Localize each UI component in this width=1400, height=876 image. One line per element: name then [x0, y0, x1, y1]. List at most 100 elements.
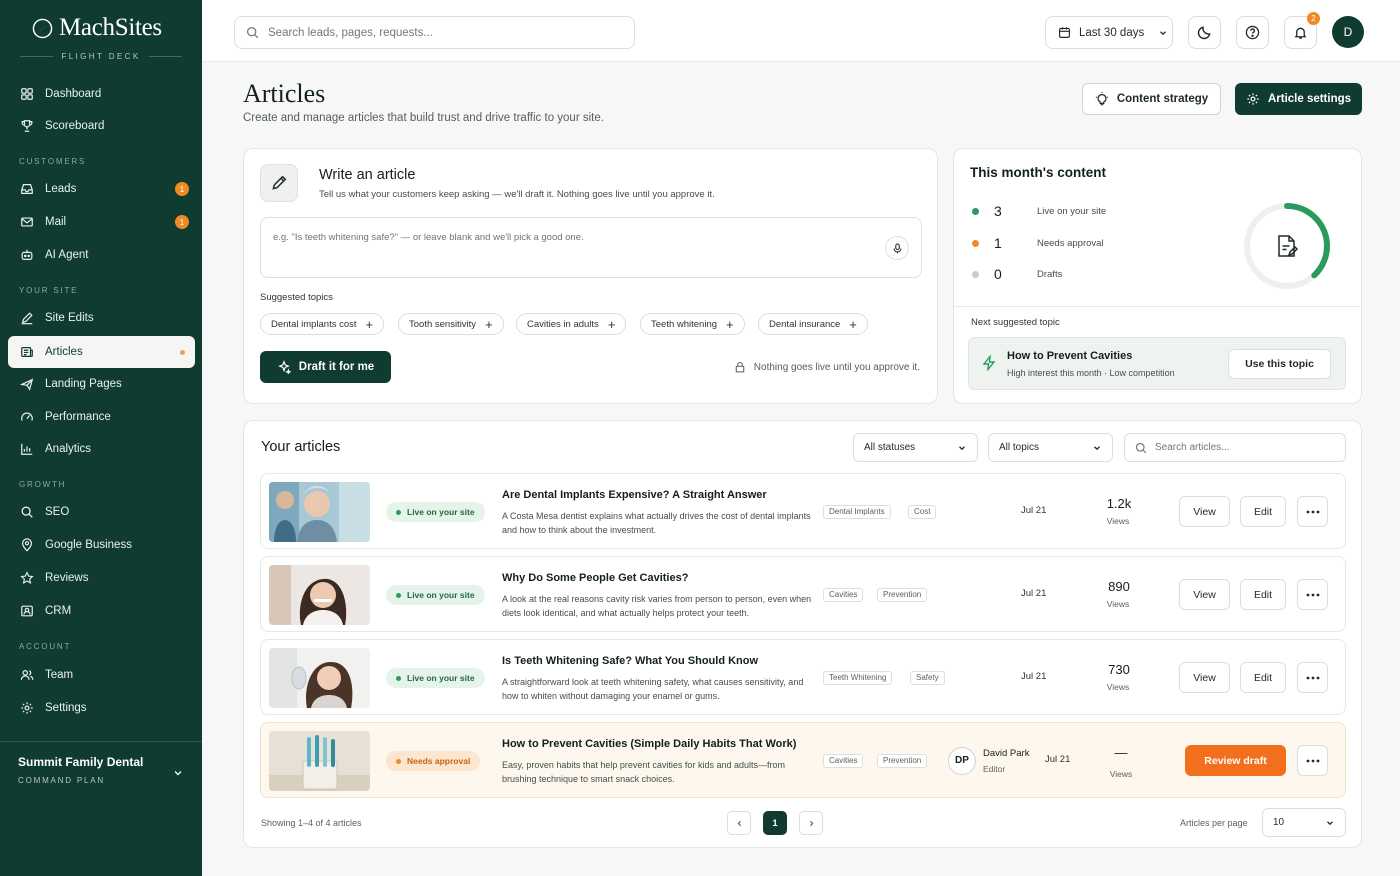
use-topic-button[interactable]: Use this topic — [1228, 349, 1331, 379]
sidebar-item-scoreboard[interactable]: Scoreboard — [8, 110, 195, 142]
next-page-button[interactable] — [799, 811, 823, 835]
sidebar-item-crm[interactable]: CRM — [8, 595, 195, 627]
article-tag: Prevention — [877, 588, 928, 602]
topic-filter-label: All topics — [999, 442, 1040, 453]
edit-button[interactable]: Edit — [1240, 662, 1286, 693]
user-avatar[interactable]: D — [1332, 16, 1364, 48]
global-search[interactable] — [234, 16, 635, 49]
article-title[interactable]: Is Teeth Whitening Safe? What You Should… — [502, 655, 758, 667]
help-button[interactable] — [1236, 16, 1269, 49]
sidebar-item-label: Performance — [45, 411, 111, 423]
grid-icon — [21, 88, 33, 100]
gear-icon — [1247, 93, 1259, 105]
plus-icon: + — [485, 316, 493, 332]
inbox-icon — [21, 184, 33, 194]
sidebar-item-ai-agent[interactable]: AI Agent — [8, 239, 195, 271]
next-topic-title: How to Prevent Cavities — [1007, 350, 1133, 362]
sidebar-item-articles[interactable]: Articles — [8, 336, 195, 368]
article-title[interactable]: Why Do Some People Get Cavities? — [502, 572, 688, 584]
divider — [954, 306, 1362, 307]
article-thumbnail — [269, 565, 370, 625]
stat-value: 1 — [994, 235, 1002, 251]
article-search-input[interactable] — [1155, 442, 1335, 453]
brand-logo[interactable]: MachSites — [32, 14, 162, 42]
topic-chip[interactable]: Dental insurance + — [758, 313, 868, 335]
topic-filter-select[interactable]: All topics — [988, 433, 1113, 462]
per-page-select[interactable]: 10 — [1262, 808, 1346, 837]
topic-chip[interactable]: Cavities in adults + — [516, 313, 627, 335]
prev-page-button[interactable] — [727, 811, 751, 835]
sidebar-item-google-business[interactable]: Google Business — [8, 529, 195, 561]
more-options-button[interactable] — [1297, 662, 1328, 693]
status-text: Live on your site — [407, 507, 475, 517]
sidebar-item-label: Analytics — [45, 443, 92, 455]
views-label: Views — [1109, 769, 1133, 779]
view-button[interactable]: View — [1179, 579, 1230, 610]
page-title: Articles — [243, 79, 326, 108]
global-search-input[interactable] — [268, 26, 608, 39]
nav-section-your-site: YOUR SITE — [19, 286, 79, 295]
notifications-button[interactable]: 2 — [1284, 12, 1320, 49]
article-title[interactable]: Are Dental Implants Expensive? A Straigh… — [502, 489, 767, 501]
bot-icon — [21, 249, 33, 260]
more-options-button[interactable] — [1297, 745, 1328, 776]
workspace-switcher[interactable]: Summit Family Dental COMMAND PLAN — [0, 741, 202, 876]
sidebar-item-dashboard[interactable]: Dashboard — [8, 78, 195, 110]
stat-label: Drafts — [1037, 268, 1063, 280]
more-options-button[interactable] — [1297, 579, 1328, 610]
topic-chip[interactable]: Tooth sensitivity + — [398, 313, 504, 335]
article-description: A look at the real reasons cavity risk v… — [502, 594, 812, 618]
article-settings-button[interactable]: Article settings — [1235, 83, 1362, 115]
voice-input-button[interactable] — [885, 236, 909, 260]
mail-icon — [21, 217, 33, 227]
lightning-icon — [982, 355, 996, 371]
stat-value: 0 — [994, 266, 1002, 282]
sidebar-item-reviews[interactable]: Reviews — [8, 562, 195, 594]
sidebar-item-site-edits[interactable]: Site Edits — [8, 302, 195, 334]
sidebar-item-label: Reviews — [45, 572, 89, 584]
view-button[interactable]: View — [1179, 662, 1230, 693]
draft-it-button[interactable]: Draft it for me — [260, 351, 391, 383]
status-filter-label: All statuses — [864, 442, 916, 453]
article-title[interactable]: How to Prevent Cavities (Simple Daily Ha… — [502, 738, 796, 750]
content-strategy-button[interactable]: Content strategy — [1082, 83, 1221, 115]
sidebar-item-settings[interactable]: Settings — [8, 692, 195, 724]
gear-icon — [21, 702, 33, 714]
sidebar-item-leads[interactable]: Leads 1 — [8, 173, 195, 205]
status-badge: Live on your site — [386, 668, 485, 688]
article-tag: Prevention — [877, 754, 928, 768]
view-button[interactable]: View — [1179, 496, 1230, 527]
article-thumbnail — [269, 482, 370, 542]
bell-icon — [1294, 27, 1307, 39]
sidebar-item-team[interactable]: Team — [8, 659, 195, 691]
sidebar-item-label: Landing Pages — [45, 378, 122, 390]
sidebar-item-performance[interactable]: Performance — [8, 401, 195, 433]
stat-value: 3 — [994, 203, 1002, 219]
sidebar-item-mail[interactable]: Mail 1 — [8, 206, 195, 238]
article-views: — — [1114, 745, 1128, 760]
next-topic-box: How to Prevent Cavities High interest th… — [968, 337, 1346, 390]
review-draft-button[interactable]: Review draft — [1185, 745, 1286, 776]
chevron-left-icon — [737, 820, 741, 826]
edit-button[interactable]: Edit — [1240, 496, 1286, 527]
sidebar-item-analytics[interactable]: Analytics — [8, 433, 195, 465]
sidebar-item-landing-pages[interactable]: Landing Pages — [8, 368, 195, 400]
more-options-button[interactable] — [1297, 496, 1328, 527]
more-horizontal-icon — [1306, 759, 1319, 762]
theme-toggle-button[interactable] — [1188, 16, 1221, 49]
sidebar-item-label: CRM — [45, 605, 72, 617]
sidebar-item-label: Site Edits — [45, 312, 94, 324]
topic-chip[interactable]: Dental implants cost + — [260, 313, 385, 335]
sidebar-item-seo[interactable]: SEO — [8, 496, 195, 528]
date-range-select[interactable]: Last 30 days — [1045, 16, 1173, 49]
edit-button[interactable]: Edit — [1240, 579, 1286, 610]
topic-chip-label: Dental insurance — [769, 318, 841, 330]
status-text: Live on your site — [407, 673, 475, 683]
article-search[interactable] — [1124, 433, 1346, 462]
status-text: Needs approval — [407, 756, 471, 766]
status-filter-select[interactable]: All statuses — [853, 433, 978, 462]
status-dot — [972, 207, 979, 215]
article-prompt-input[interactable]: e.g. "Is teeth whitening safe?" — or lea… — [260, 217, 922, 278]
topic-chip[interactable]: Teeth whitening + — [640, 313, 745, 335]
page-number-button[interactable]: 1 — [763, 811, 787, 835]
